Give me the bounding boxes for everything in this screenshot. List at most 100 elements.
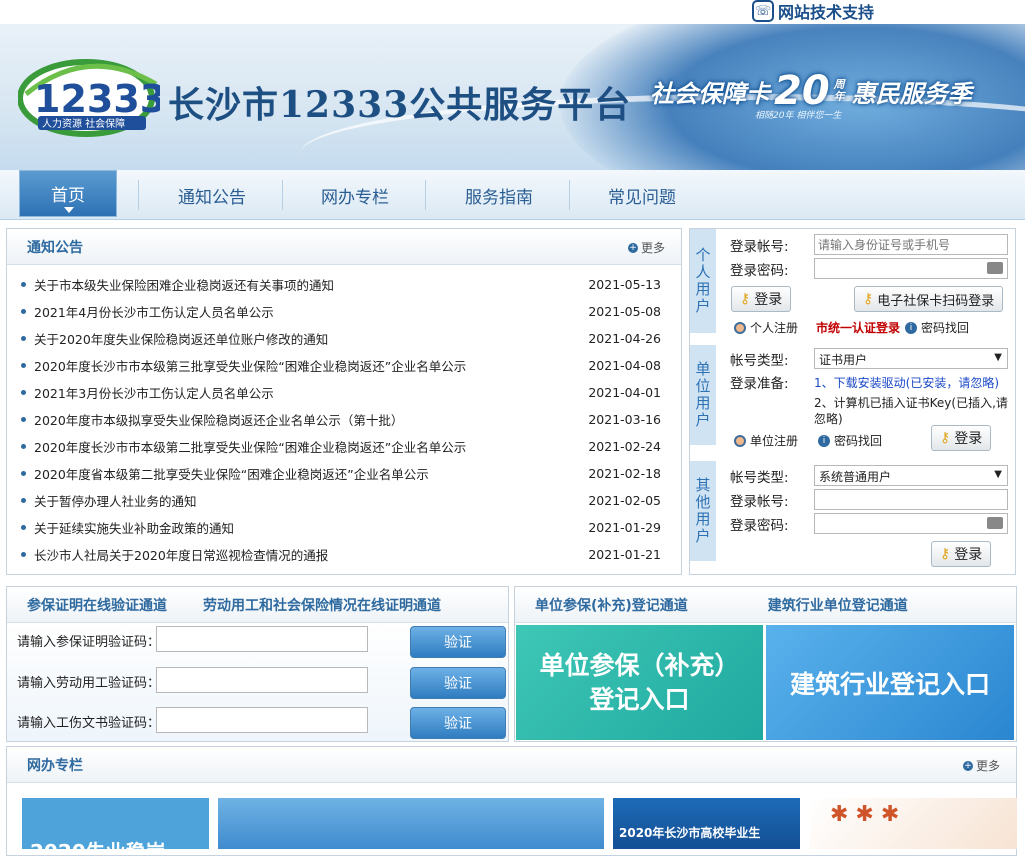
service-banner-chart[interactable] bbox=[218, 798, 604, 849]
verify-insurance-button[interactable]: 验证 bbox=[410, 626, 506, 658]
unit-recover-link[interactable]: i 密码找回 bbox=[818, 432, 882, 449]
other-account-input[interactable] bbox=[814, 489, 1008, 510]
notice-item[interactable]: 2020年度长沙市市本级第二批享受失业保险“困难企业稳岗返还”企业名单公示 202… bbox=[7, 433, 681, 460]
other-password-row: 登录密码: bbox=[730, 513, 1008, 534]
notice-title[interactable]: 2020年度长沙市市本级第三批享受失业保险“困难企业稳岗返还”企业名单公示 bbox=[34, 356, 588, 375]
bullet-icon bbox=[21, 309, 26, 314]
banner3-text: 2020年长沙市高校毕业生 bbox=[619, 826, 761, 840]
notice-title[interactable]: 2020年度长沙市市本级第二批享受失业保险“困难企业稳岗返还”企业名单公示 bbox=[34, 437, 588, 456]
personal-password-row: 登录密码: bbox=[730, 258, 1008, 279]
other-password-input[interactable] bbox=[814, 513, 1008, 534]
type-label: 帐号类型: bbox=[730, 469, 789, 486]
other-type-row: 帐号类型: 系统普通用户 ▼ bbox=[730, 465, 1008, 486]
header-banner: 12333 人力资源 社会保障 长沙市12333公共服务平台 社会保障卡 20 … bbox=[0, 24, 1025, 170]
construction-registration-entry[interactable]: 建筑行业登记入口 bbox=[766, 625, 1014, 740]
notice-title[interactable]: 2020年度市本级拟享受失业保险稳岗返还企业名单公示（第十批） bbox=[34, 410, 588, 429]
nav-notices[interactable]: 通知公告 bbox=[142, 170, 282, 220]
nav-home[interactable]: 首页 bbox=[19, 170, 117, 217]
service-banner-leaves[interactable]: ✱ ✱ ✱ bbox=[810, 798, 1017, 849]
phone-icon: ☏ bbox=[752, 0, 774, 22]
tab-unit-registration[interactable]: 单位参保(补充)登记通道 bbox=[535, 595, 688, 615]
notice-title[interactable]: 长沙市人社局关于2020年度日常巡视检查情况的通报 bbox=[34, 545, 588, 564]
notice-title[interactable]: 关于2020年度失业保险稳岗返还单位账户修改的通知 bbox=[34, 329, 588, 348]
personal-login-button[interactable]: ⚷ 登录 bbox=[731, 286, 792, 312]
12333-logo[interactable]: 12333 人力资源 社会保障 bbox=[18, 54, 160, 138]
unit-login-button[interactable]: ⚷ 登录 bbox=[931, 425, 992, 451]
other-type-value: 系统普通用户 bbox=[819, 470, 892, 484]
notice-item[interactable]: 2021年4月份长沙市工伤认定人员名单公示 2021-05-08 bbox=[7, 298, 681, 325]
tab-labor-cert[interactable]: 劳动用工和社会保险情况在线证明通道 bbox=[203, 595, 441, 615]
unit-prepare-row: 登录准备: 1、下载安装驱动(已安装，请忽略) bbox=[730, 372, 999, 393]
notice-item[interactable]: 2020年度省本级第二批享受失业保险“困难企业稳岗返还”企业名单公示 2021-0… bbox=[7, 460, 681, 487]
verification-panel: 参保证明在线验证通道 劳动用工和社会保险情况在线证明通道 请输入参保证明验证码：… bbox=[6, 586, 509, 742]
card-scan-label: 电子社保卡扫码登录 bbox=[877, 293, 995, 309]
login-panel: 个人用户 单位用户 其他用户 登录帐号: 登录密码: ⚷ 登录 ⚷ 电子社保卡扫… bbox=[689, 228, 1016, 575]
recover-label: 密码找回 bbox=[921, 321, 970, 335]
tab-unit-user[interactable]: 单位用户 bbox=[690, 345, 716, 445]
unit-register-link[interactable]: 单位注册 bbox=[734, 432, 798, 449]
notice-title[interactable]: 关于延续实施失业补助金政策的通知 bbox=[34, 518, 588, 537]
nav-service-guide[interactable]: 服务指南 bbox=[429, 170, 569, 220]
personal-recover-link[interactable]: i 密码找回 bbox=[905, 319, 969, 336]
verify-labor-button[interactable]: 验证 bbox=[410, 667, 506, 699]
service-banner-graduates[interactable]: 2020年长沙市高校毕业生 bbox=[613, 798, 800, 849]
driver-download-link[interactable]: 1、下载安装驱动(已安装，请忽略) bbox=[814, 374, 999, 391]
dropdown-arrow-icon: ▼ bbox=[994, 352, 1002, 363]
notice-item[interactable]: 关于暂停办理人社业务的通知 2021-02-05 bbox=[7, 487, 681, 514]
insurance-code-input[interactable] bbox=[156, 626, 368, 652]
verif-row-injury: 请输入工伤文书验证码： bbox=[17, 712, 160, 731]
notice-date: 2021-04-01 bbox=[588, 385, 661, 400]
tech-support-link[interactable]: ☏ 网站技术支持 bbox=[752, 0, 874, 22]
nav-faq[interactable]: 常见问题 bbox=[572, 170, 712, 220]
promo-right: 惠民服务季 bbox=[851, 79, 972, 108]
type-label: 帐号类型: bbox=[730, 352, 789, 369]
other-login-button[interactable]: ⚷ 登录 bbox=[931, 541, 992, 567]
notice-item[interactable]: 关于市本级失业保险困难企业稳岗返还有关事项的通知 2021-05-13 bbox=[7, 271, 681, 298]
promo-left: 社会保障卡 bbox=[650, 79, 770, 108]
personal-register-link[interactable]: 个人注册 bbox=[734, 319, 798, 336]
tab-insurance-cert[interactable]: 参保证明在线验证通道 bbox=[27, 595, 167, 615]
notice-title[interactable]: 2020年度省本级第二批享受失业保险“困难企业稳岗返还”企业名单公示 bbox=[34, 464, 588, 483]
tab-personal-user[interactable]: 个人用户 bbox=[690, 229, 716, 333]
notice-item[interactable]: 关于延续实施失业补助金政策的通知 2021-01-29 bbox=[7, 514, 681, 541]
labor-code-input[interactable] bbox=[156, 667, 368, 693]
card-scan-login-button[interactable]: ⚷ 电子社保卡扫码登录 bbox=[854, 286, 1004, 312]
notices-more-link[interactable]: + 更多 bbox=[627, 239, 665, 256]
unit-registration-entry[interactable]: 单位参保（补充） 登记入口 bbox=[516, 625, 763, 740]
info-icon: i bbox=[818, 434, 830, 447]
injury-doc-code-input[interactable] bbox=[156, 707, 368, 733]
personal-account-input[interactable] bbox=[814, 234, 1008, 255]
personal-password-input[interactable] bbox=[814, 258, 1008, 279]
notice-date: 2021-03-16 bbox=[588, 412, 661, 427]
notice-item[interactable]: 长沙市人社局关于2020年度日常巡视检查情况的通报 2021-01-21 bbox=[7, 541, 681, 568]
nav-divider bbox=[282, 180, 283, 210]
notice-title[interactable]: 2021年3月份长沙市工伤认定人员名单公示 bbox=[34, 383, 588, 402]
notice-item[interactable]: 关于2020年度失业保险稳岗返还单位账户修改的通知 2021-04-26 bbox=[7, 325, 681, 352]
verify-injury-button[interactable]: 验证 bbox=[410, 707, 506, 739]
unit-type-select[interactable]: 证书用户 ▼ bbox=[814, 348, 1008, 369]
service-banner-stable-jobs[interactable]: 2020失业稳岗 bbox=[22, 798, 209, 849]
info-icon: i bbox=[905, 321, 917, 334]
online-services-more-link[interactable]: + 更多 bbox=[962, 757, 1000, 774]
unified-auth-link[interactable]: 市统一认证登录 bbox=[816, 319, 900, 336]
other-type-select[interactable]: 系统普通用户 ▼ bbox=[814, 465, 1008, 486]
notice-title[interactable]: 2021年4月份长沙市工伤认定人员名单公示 bbox=[34, 302, 588, 321]
login-label: 登录 bbox=[754, 292, 783, 308]
nav-online-services[interactable]: 网办专栏 bbox=[285, 170, 425, 220]
tab-other-user[interactable]: 其他用户 bbox=[690, 461, 716, 561]
register-label: 个人注册 bbox=[750, 321, 799, 335]
tab-construction-registration[interactable]: 建筑行业单位登记通道 bbox=[768, 595, 908, 615]
online-services-header: 网办专栏 + 更多 bbox=[7, 747, 1016, 783]
notice-item[interactable]: 2021年3月份长沙市工伤认定人员名单公示 2021-04-01 bbox=[7, 379, 681, 406]
notice-title[interactable]: 关于暂停办理人社业务的通知 bbox=[34, 491, 588, 510]
nav-divider bbox=[138, 180, 139, 210]
notice-item[interactable]: 2020年度长沙市市本级第三批享受失业保险“困难企业稳岗返还”企业名单公示 202… bbox=[7, 352, 681, 379]
notice-title[interactable]: 关于市本级失业保险困难企业稳岗返还有关事项的通知 bbox=[34, 275, 588, 294]
nav-faq-label: 常见问题 bbox=[608, 187, 676, 208]
notice-date: 2021-01-21 bbox=[588, 547, 661, 562]
maple-leaf-icon: ✱ ✱ ✱ bbox=[830, 802, 900, 827]
keyboard-icon bbox=[987, 517, 1003, 529]
other-account-row: 登录帐号: bbox=[730, 489, 1008, 510]
notice-item[interactable]: 2020年度市本级拟享受失业保险稳岗返还企业名单公示（第十批） 2021-03-1… bbox=[7, 406, 681, 433]
keyboard-icon bbox=[987, 262, 1003, 274]
